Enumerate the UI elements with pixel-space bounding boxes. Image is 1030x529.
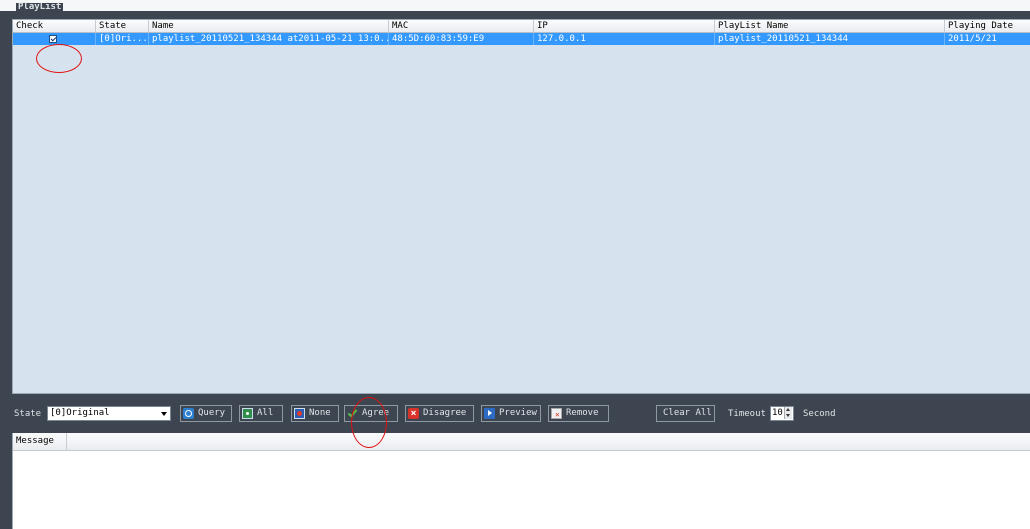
- timeout-value[interactable]: 10: [772, 408, 783, 418]
- column-header-ip[interactable]: IP: [534, 20, 715, 32]
- playing-date-cell: 2011/5/21: [948, 34, 997, 44]
- ip-cell: 127.0.0.1: [534, 33, 715, 45]
- spin-down-icon[interactable]: [784, 413, 792, 419]
- mac-cell: 48:5D:60:83:59:E9: [389, 33, 534, 45]
- preview-label: Preview: [499, 408, 537, 418]
- state-label: State: [14, 409, 42, 419]
- agree-label: Agree: [362, 408, 390, 418]
- column-header-name[interactable]: Name: [149, 20, 389, 32]
- column-header-state[interactable]: State: [96, 20, 149, 32]
- play-icon: [484, 408, 495, 419]
- grid-header: Check State Name MAC IP PlayList Name Pl…: [13, 20, 1030, 33]
- search-icon: [183, 408, 194, 419]
- message-header: Message: [13, 433, 1030, 451]
- column-header-mac[interactable]: MAC: [389, 20, 534, 32]
- cross-icon: ×: [408, 408, 419, 419]
- action-toolbar: State [0]Original Query All None Agree ×…: [10, 404, 1030, 424]
- column-header-playing-date[interactable]: Playing Date: [945, 20, 1030, 32]
- timeout-label: Timeout: [728, 409, 766, 419]
- checkmark-icon: [347, 408, 358, 419]
- column-header-check[interactable]: Check: [13, 20, 96, 32]
- state-cell: [0]Ori...: [96, 33, 149, 45]
- all-label: All: [257, 408, 274, 418]
- timeout-spinner[interactable]: 10: [770, 406, 794, 421]
- agree-button[interactable]: Agree: [344, 405, 398, 422]
- playlist-grid[interactable]: Check State Name MAC IP PlayList Name Pl…: [12, 19, 1030, 394]
- column-header-message[interactable]: Message: [13, 433, 67, 450]
- select-none-button[interactable]: None: [291, 405, 339, 422]
- top-strip: [0, 0, 1030, 11]
- disagree-button[interactable]: × Disagree: [405, 405, 474, 422]
- query-button[interactable]: Query: [180, 405, 232, 422]
- state-dropdown[interactable]: [0]Original: [47, 406, 171, 421]
- name-cell: playlist_20110521_134344 at2011-05-21 13…: [149, 33, 389, 45]
- clear-all-button[interactable]: Clear All: [656, 405, 715, 422]
- second-label: Second: [803, 409, 836, 419]
- none-label: None: [309, 408, 331, 418]
- remove-label: Remove: [566, 408, 599, 418]
- table-row[interactable]: [0]Ori... playlist_20110521_134344 at201…: [13, 33, 1030, 45]
- check-cell[interactable]: [13, 33, 96, 45]
- state-dropdown-value: [0]Original: [50, 408, 110, 418]
- select-none-icon: [294, 408, 305, 419]
- preview-button[interactable]: Preview: [481, 405, 541, 422]
- playlist-name-cell: playlist_20110521_134344: [715, 33, 945, 45]
- delete-icon: [551, 408, 562, 419]
- remove-button[interactable]: Remove: [548, 405, 609, 422]
- select-all-icon: [242, 408, 253, 419]
- message-panel[interactable]: Message: [12, 433, 1030, 529]
- row-checkbox[interactable]: [49, 35, 57, 43]
- select-all-button[interactable]: All: [239, 405, 283, 422]
- playlist-group-title: PlayList: [16, 2, 64, 12]
- query-label: Query: [198, 408, 226, 418]
- chevron-down-icon[interactable]: [161, 412, 167, 416]
- disagree-label: Disagree: [423, 408, 467, 418]
- column-header-playlist-name[interactable]: PlayList Name: [715, 20, 945, 32]
